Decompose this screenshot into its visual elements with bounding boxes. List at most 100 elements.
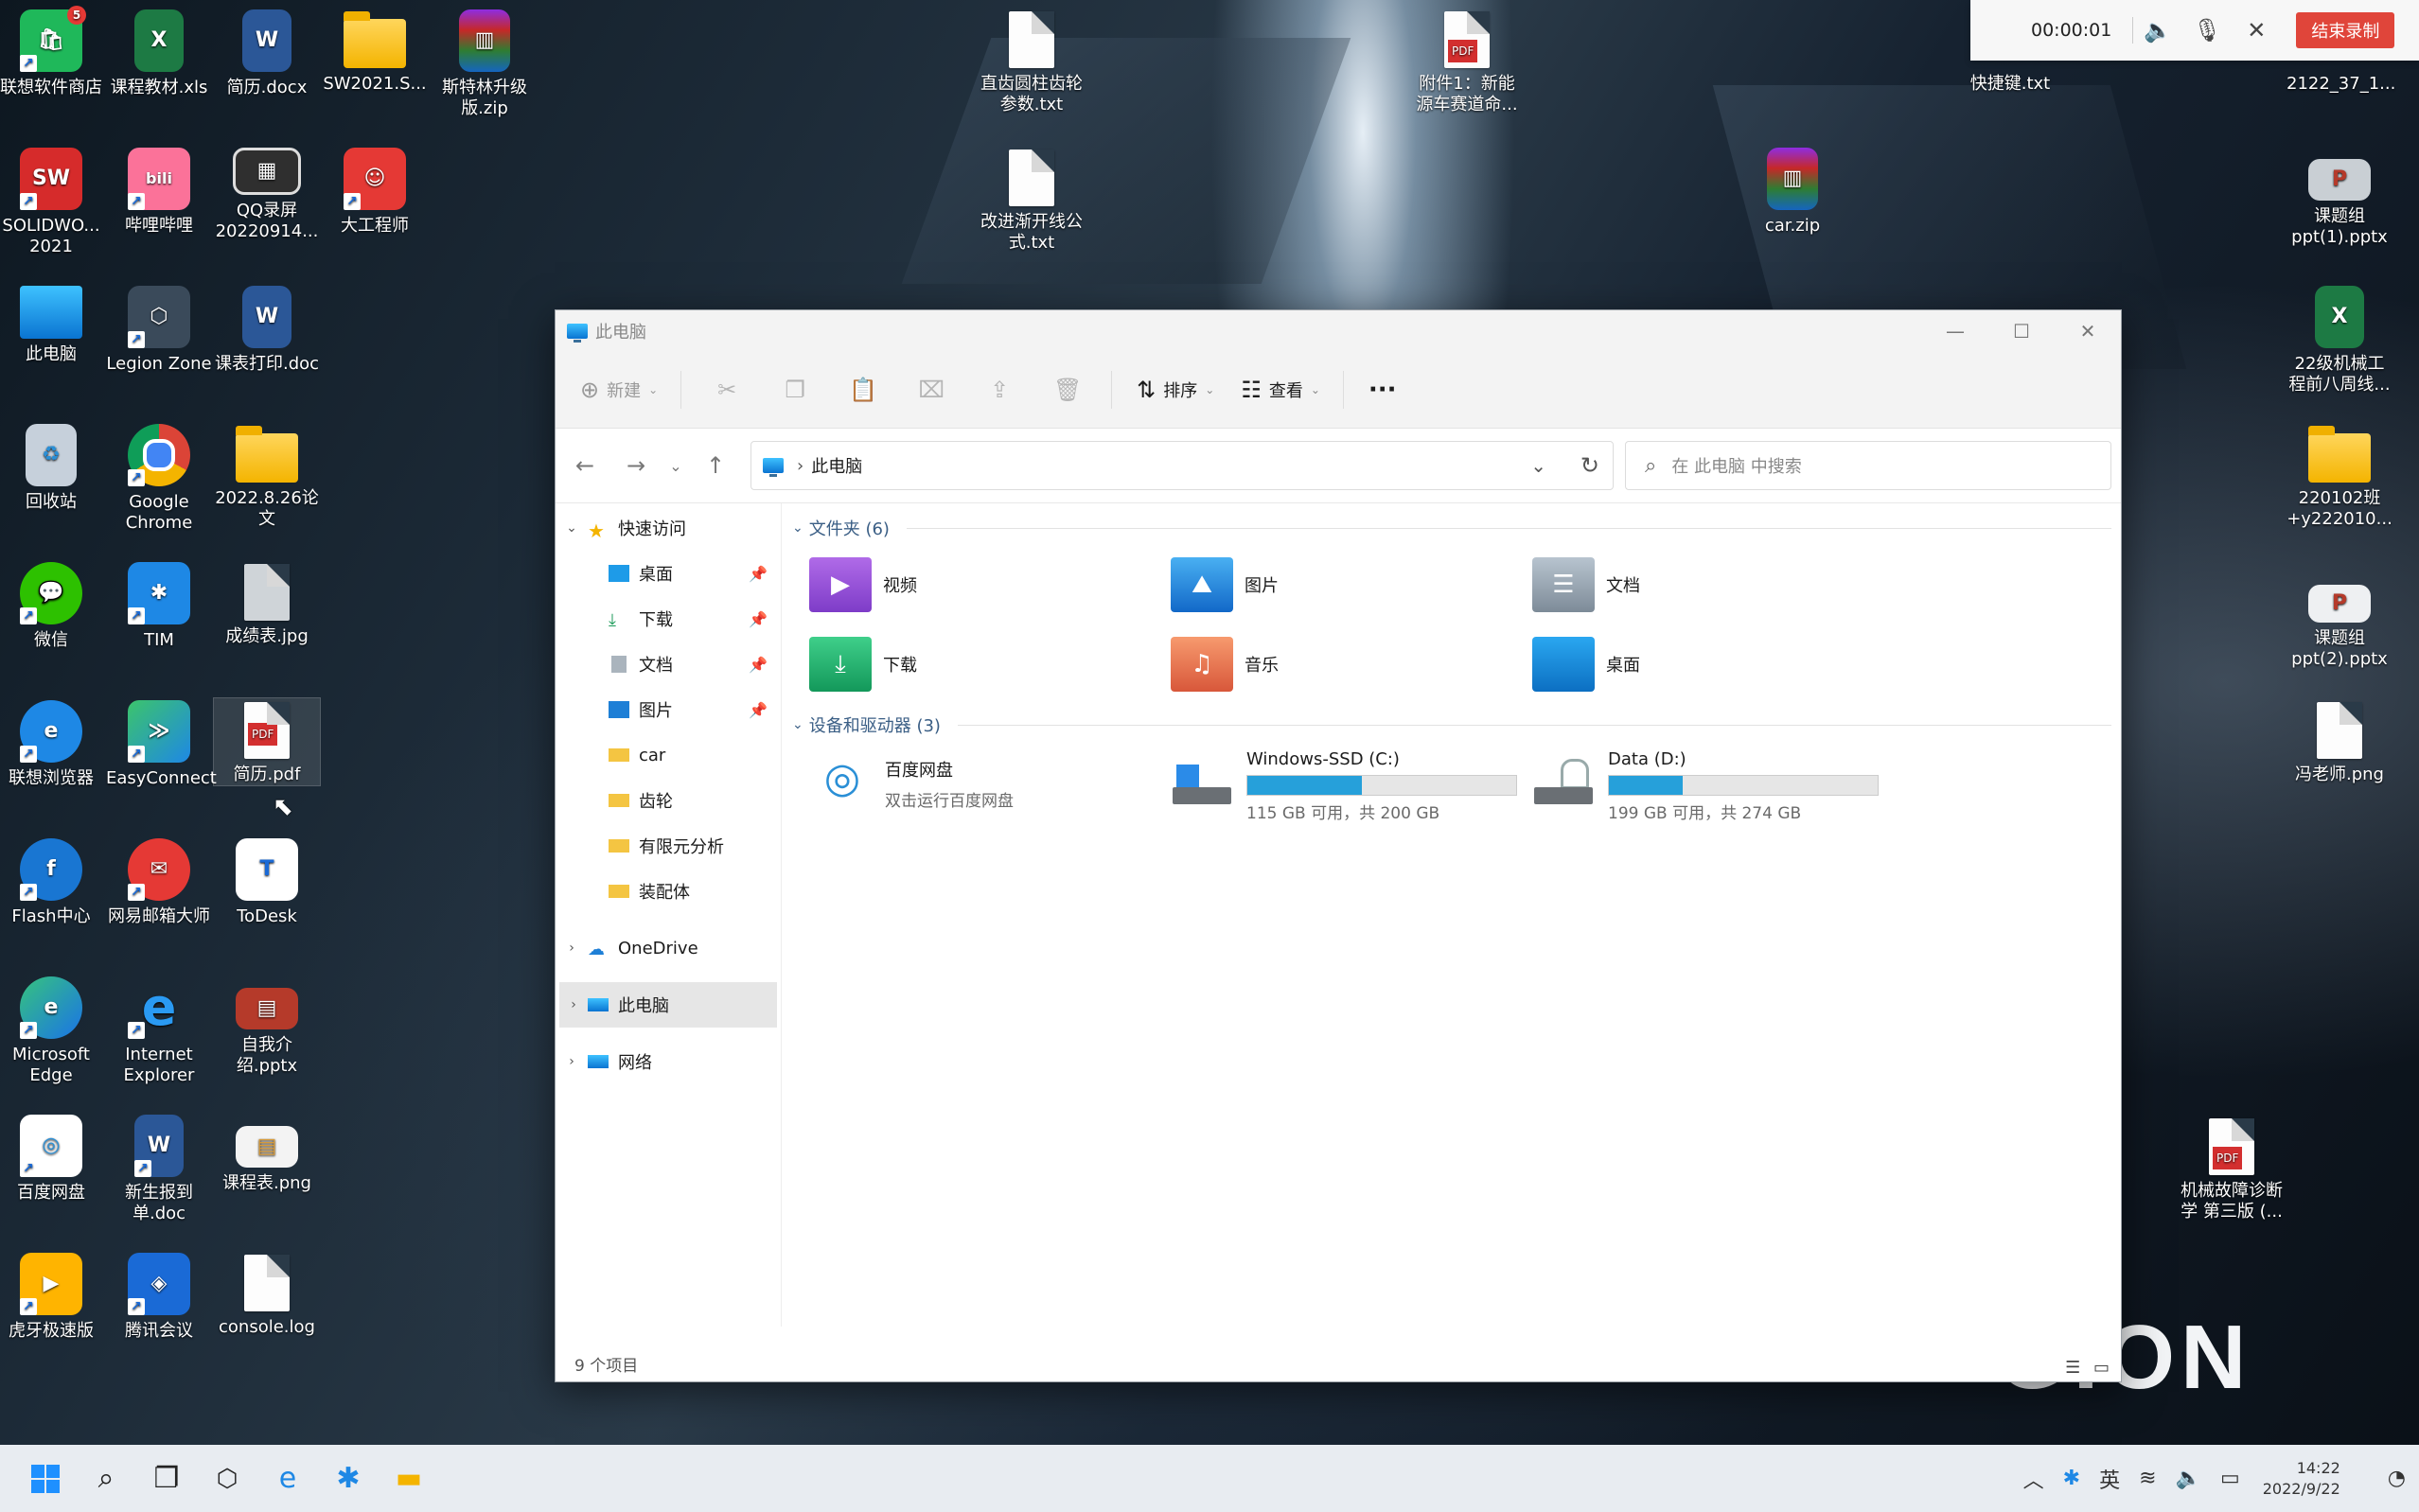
- rename-icon[interactable]: ⌧: [910, 377, 952, 403]
- desktop-icon-solidworks[interactable]: SW ↗ SOLIDWO... 2021: [0, 146, 104, 257]
- refresh-icon[interactable]: ↻: [1580, 452, 1599, 479]
- share-icon[interactable]: ⇪: [979, 377, 1020, 403]
- desktop-icon-teacher-png[interactable]: 冯老师.png: [2287, 698, 2393, 785]
- legion-zone-icon[interactable]: ⬡: [199, 1450, 256, 1507]
- desktop-icon-bilibili[interactable]: bili ↗ 哔哩哔哩: [106, 146, 212, 237]
- nav-this-pc[interactable]: › 此电脑: [559, 982, 777, 1028]
- copy-icon[interactable]: ❐: [774, 377, 816, 403]
- details-view-icon[interactable]: ☰: [2065, 1358, 2080, 1378]
- close-button[interactable]: ✕: [2055, 310, 2121, 352]
- desktop-icon-edge[interactable]: e ↗ Microsoft Edge: [0, 975, 104, 1086]
- show-hidden-icons-chevron-icon[interactable]: ︿: [2023, 1464, 2044, 1494]
- expand-chevron-icon[interactable]: ⌄: [556, 520, 588, 536]
- folders-section-header[interactable]: ⌄ 文件夹 (6): [792, 511, 2121, 545]
- pin-icon[interactable]: 📌: [749, 701, 768, 719]
- more-options-button[interactable]: ···: [1368, 376, 1397, 404]
- desktop-icon-resume-docx[interactable]: W 简历.docx: [214, 8, 320, 98]
- volume-icon[interactable]: 🔈: [2176, 1467, 2201, 1490]
- desktop-icon-timetable-png[interactable]: ▤ 课程表.png: [214, 1113, 320, 1194]
- desktop-icon-group-ppt2[interactable]: P 课题组 ppt(2).pptx: [2287, 583, 2393, 670]
- folder-tile-documents[interactable]: ☰ 文档: [1532, 545, 1894, 624]
- up-arrow-icon[interactable]: ↑: [690, 452, 741, 479]
- desktop-icon-tim[interactable]: ✱ ↗ TIM: [106, 560, 212, 651]
- desktop-icon-flash[interactable]: f ↗ Flash中心: [0, 836, 104, 927]
- notification-icon[interactable]: ◔: [2388, 1467, 2406, 1490]
- nav-item-pictures[interactable]: 图片 📌: [556, 687, 781, 732]
- desktop-icon-tencent-meeting[interactable]: ◈ ↗ 腾讯会议: [106, 1251, 212, 1342]
- pin-icon[interactable]: 📌: [749, 565, 768, 583]
- tim-tray-icon[interactable]: ✱: [2063, 1467, 2080, 1490]
- nav-item-fea[interactable]: 有限元分析: [556, 823, 781, 869]
- task-view-icon[interactable]: ❐: [138, 1450, 195, 1507]
- desktop-icon-ie[interactable]: e ↗ Internet Explorer: [106, 975, 212, 1086]
- folder-tile-videos[interactable]: ▶ 视频: [809, 545, 1171, 624]
- expand-chevron-icon[interactable]: ›: [556, 941, 588, 956]
- expand-chevron-icon[interactable]: ›: [556, 1054, 588, 1069]
- drive-d[interactable]: Data (D:) 199 GB 可用，共 274 GB: [1532, 749, 1894, 835]
- desktop-icon-stirling-zip[interactable]: ▥ 斯特林升级版.zip: [432, 8, 538, 119]
- expand-chevron-icon[interactable]: ›: [559, 997, 588, 1012]
- paste-icon[interactable]: 📋: [842, 377, 884, 403]
- desktop-icon-fault-diagnosis-pdf[interactable]: PDF 机械故障诊断学 第三版 (...: [2175, 1115, 2288, 1222]
- cut-icon[interactable]: ✂: [706, 377, 748, 403]
- pin-icon[interactable]: 📌: [749, 656, 768, 674]
- speaker-icon[interactable]: 🔈: [2142, 14, 2174, 46]
- desktop-icon-class-list-xls[interactable]: X 22级机械工程前八周线...: [2287, 284, 2393, 396]
- drives-section-header[interactable]: ⌄ 设备和驱动器 (3): [792, 708, 2121, 742]
- nav-item-downloads[interactable]: ⤓ 下载 📌: [556, 596, 781, 642]
- sort-button[interactable]: ⇅ 排序 ⌄: [1137, 377, 1214, 403]
- search-box[interactable]: ⌕ 在 此电脑 中搜索: [1625, 441, 2111, 490]
- back-arrow-icon[interactable]: ←: [559, 452, 610, 479]
- clock[interactable]: 14:22 2022/9/22: [2263, 1458, 2340, 1500]
- desktop-icon-grades-jpg[interactable]: 成绩表.jpg: [214, 560, 320, 647]
- desktop-icon-easyconnect[interactable]: ≫ ↗ EasyConnect: [106, 698, 217, 789]
- desktop-icon-resume-pdf[interactable]: PDF 简历.pdf: [213, 697, 321, 786]
- folder-tile-downloads[interactable]: ⤓ 下载: [809, 624, 1171, 704]
- recent-locations-chevron-icon[interactable]: ⌄: [662, 457, 690, 475]
- new-button[interactable]: ⊕ 新建 ⌄: [580, 377, 658, 403]
- desktop-icon-huya[interactable]: ▶ ↗ 虎牙极速版: [0, 1251, 104, 1342]
- desktop-icon-legion-zone[interactable]: ⬡ ↗ Legion Zone: [106, 284, 212, 375]
- desktop-icon-netease-mail[interactable]: ✉ ↗ 网易邮箱大师: [106, 836, 212, 927]
- nav-item-assembly[interactable]: 装配体: [556, 869, 781, 914]
- address-dropdown-icon[interactable]: ⌄: [1530, 454, 1546, 477]
- nav-item-desktop[interactable]: 桌面 📌: [556, 551, 781, 596]
- desktop-icon-thesis-folder[interactable]: 2022.8.26论文: [214, 422, 320, 530]
- minimize-button[interactable]: —: [1922, 310, 1988, 352]
- start-icon[interactable]: [17, 1450, 74, 1507]
- folder-tile-desktop[interactable]: 桌面: [1532, 624, 1894, 704]
- folder-tile-music[interactable]: ♫ 音乐: [1171, 624, 1532, 704]
- folder-tile-pictures[interactable]: ⛰ 图片: [1171, 545, 1532, 624]
- desktop-icon-console-log[interactable]: console.log: [214, 1251, 320, 1338]
- desktop-icon-todesk[interactable]: T ToDesk: [214, 836, 320, 927]
- nav-item-gears[interactable]: 齿轮: [556, 778, 781, 823]
- nav-quick-access[interactable]: ⌄ ★ 快速访问: [556, 505, 781, 551]
- desktop-icon-attachment-pdf[interactable]: PDF 附件1：新能源车赛道命...: [1414, 8, 1520, 115]
- desktop-icon-intro-pptx[interactable]: ▤ 自我介绍.pptx: [214, 975, 320, 1077]
- nav-onedrive[interactable]: › ☁ OneDrive: [556, 925, 781, 971]
- input-method-indicator[interactable]: 英: [2099, 1464, 2120, 1494]
- desktop-icon-chrome[interactable]: ↗ Google Chrome: [106, 422, 212, 534]
- wifi-icon[interactable]: ≋: [2139, 1467, 2156, 1490]
- drive-baidu-netdisk[interactable]: ◎ 百度网盘 双击运行百度网盘: [809, 749, 1171, 835]
- desktop-icon-this-pc[interactable]: 此电脑: [0, 284, 104, 365]
- forward-arrow-icon[interactable]: →: [610, 452, 662, 479]
- battery-icon[interactable]: ▭: [2220, 1467, 2240, 1490]
- desktop-icon-lenovo-store[interactable]: 🛍 ↗ 5 联想软件商店: [0, 6, 104, 98]
- breadcrumb-this-pc[interactable]: 此电脑: [811, 453, 862, 478]
- desktop-icon-involute-txt[interactable]: 改进渐开线公式.txt: [979, 146, 1085, 254]
- desktop-icon-group-ppt1[interactable]: P 课题组 ppt(1).pptx: [2287, 146, 2393, 248]
- tiles-view-icon[interactable]: ▭: [2093, 1358, 2110, 1378]
- drive-c[interactable]: Windows-SSD (C:) 115 GB 可用，共 200 GB: [1171, 749, 1532, 835]
- microphone-icon[interactable]: 🎙: [2191, 14, 2223, 46]
- pin-icon[interactable]: 📌: [749, 610, 768, 628]
- nav-item-car[interactable]: car: [556, 732, 781, 778]
- desktop-icon-big-engineer[interactable]: ☺ ↗ 大工程师: [322, 146, 428, 237]
- delete-icon[interactable]: 🗑: [1047, 377, 1088, 403]
- tim-icon[interactable]: ✱: [320, 1450, 377, 1507]
- desktop-icon-gear-params-txt[interactable]: 直齿圆柱齿轮参数.txt: [979, 8, 1085, 115]
- stop-recording-button[interactable]: 结束录制: [2296, 12, 2395, 48]
- view-button[interactable]: ☷ 查看 ⌄: [1241, 377, 1320, 403]
- desktop-icon-wechat[interactable]: 💬 ↗ 微信: [0, 560, 104, 651]
- desktop-icon-registration-doc[interactable]: W ↗ 新生报到单.doc: [106, 1113, 212, 1224]
